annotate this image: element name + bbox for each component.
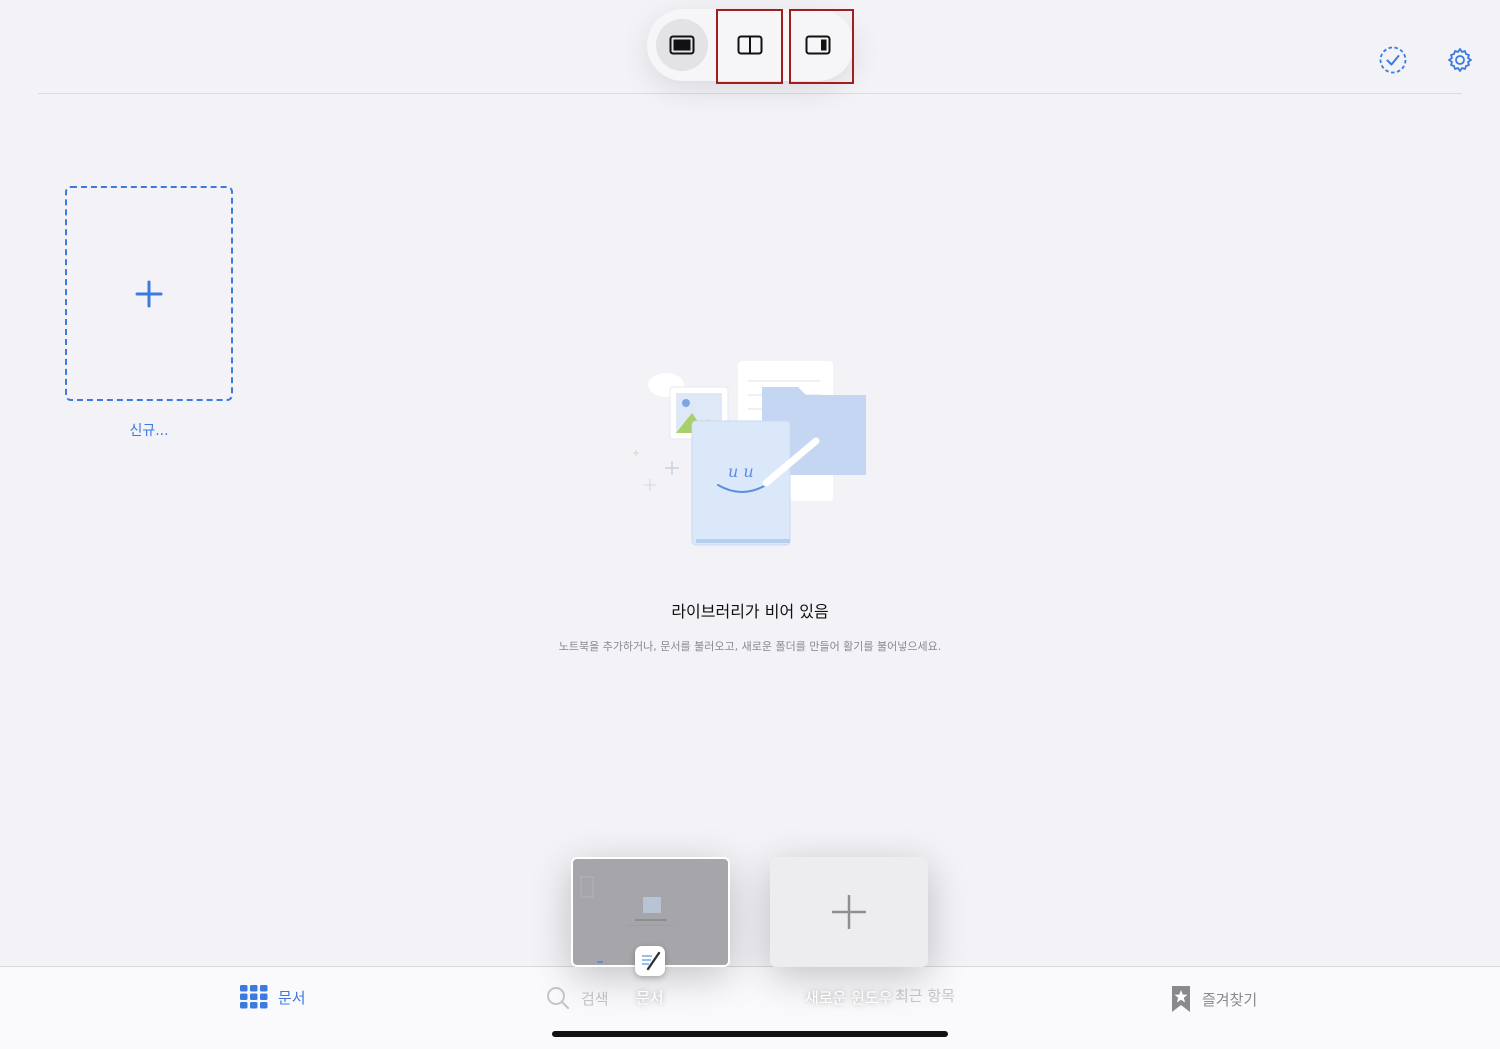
empty-library-subtitle: 노트북을 추가하거나, 문서를 불러오고, 새로운 폴더를 만들어 활기를 불어… [558,640,942,653]
settings-button[interactable] [1445,45,1475,75]
select-circle-icon [1379,46,1407,74]
home-indicator[interactable] [552,1031,948,1037]
svg-text:u u: u u [728,462,754,481]
new-document-tile[interactable] [65,186,233,401]
bookmark-star-icon [1172,986,1190,1012]
split-view-highlight [716,9,783,84]
slide-over-highlight [789,9,854,84]
documents-window-label: 문서 [636,989,664,1007]
tab-favorites[interactable]: 즐겨찾기 [1170,985,1257,1013]
tab-recent-label: 최근 항목 [895,987,955,1005]
header-divider [38,93,1462,94]
full-screen-button[interactable] [656,19,708,71]
tab-documents[interactable]: 문서 [240,985,306,1009]
new-window-label: 새로운 윈도우 [805,989,893,1007]
tab-search-label: 검색 [581,989,609,1008]
notebook-pen-icon [642,951,661,971]
tab-search[interactable]: 검색 [545,985,609,1011]
gear-icon [1448,48,1472,72]
search-icon [547,987,570,1010]
new-document-label: 신규... [129,423,169,439]
plus-icon [135,280,163,307]
tab-recent[interactable]: 최근 항목 [895,985,955,1006]
app-icon [635,946,665,976]
empty-library-title: 라이브러리가 비어 있음 [671,602,829,621]
full-screen-icon [669,35,695,55]
tab-documents-label: 문서 [278,988,306,1007]
new-window-card[interactable] [770,857,928,967]
plus-icon [832,895,866,929]
empty-library-illustration: u u [633,361,866,546]
grid-icon [240,985,268,1009]
tab-favorites-label: 즐겨찾기 [1202,990,1258,1009]
select-button[interactable] [1378,45,1408,75]
